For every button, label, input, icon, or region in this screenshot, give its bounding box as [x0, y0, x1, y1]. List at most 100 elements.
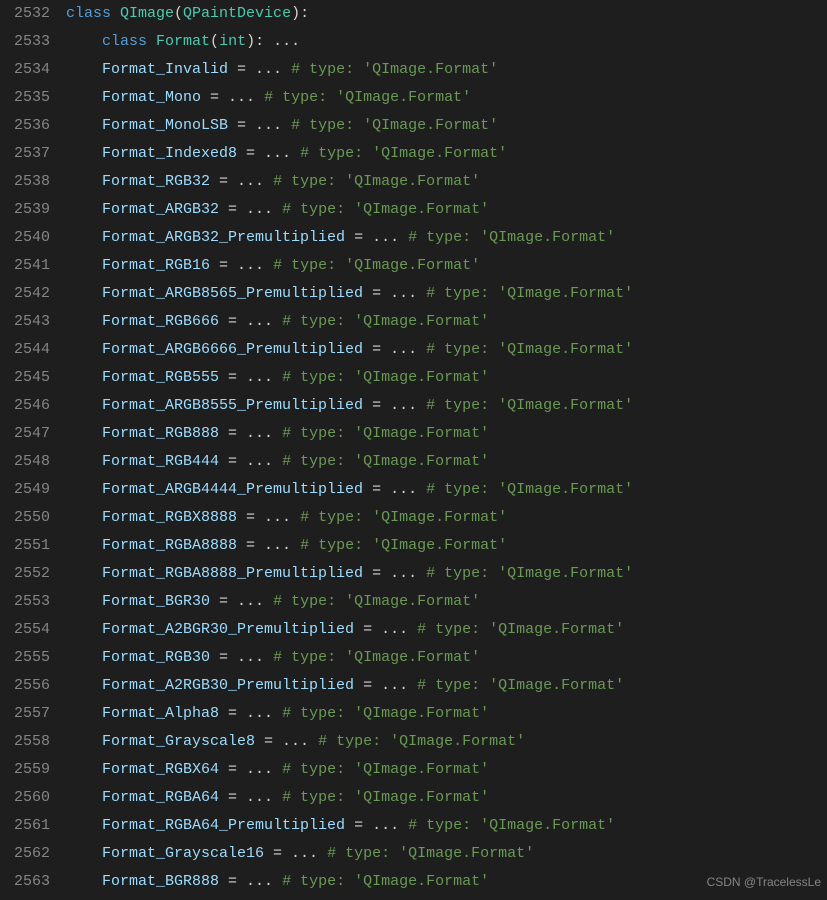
- code-line[interactable]: Format_ARGB8565_Premultiplied = ... # ty…: [66, 280, 827, 308]
- code-token: = ...: [219, 313, 282, 330]
- code-line[interactable]: Format_MonoLSB = ... # type: 'QImage.For…: [66, 112, 827, 140]
- line-number: 2532: [0, 0, 50, 28]
- code-line[interactable]: Format_ARGB32_Premultiplied = ... # type…: [66, 224, 827, 252]
- code-line[interactable]: class QImage(QPaintDevice):: [66, 0, 827, 28]
- code-line[interactable]: Format_RGBA8888 = ... # type: 'QImage.Fo…: [66, 532, 827, 560]
- code-token: = ...: [219, 201, 282, 218]
- line-number: 2556: [0, 672, 50, 700]
- code-line[interactable]: Format_A2RGB30_Premultiplied = ... # typ…: [66, 672, 827, 700]
- code-token: (: [174, 5, 183, 22]
- code-token: # type: 'QImage.Format': [282, 425, 489, 442]
- code-token: # type: 'QImage.Format': [426, 397, 633, 414]
- code-token: # type: 'QImage.Format': [300, 509, 507, 526]
- code-token: = ...: [210, 593, 273, 610]
- code-line[interactable]: Format_RGB666 = ... # type: 'QImage.Form…: [66, 308, 827, 336]
- code-token: = ...: [354, 621, 417, 638]
- line-number: 2541: [0, 252, 50, 280]
- code-token: = ...: [219, 789, 282, 806]
- code-line[interactable]: Format_RGB16 = ... # type: 'QImage.Forma…: [66, 252, 827, 280]
- code-line[interactable]: Format_BGR30 = ... # type: 'QImage.Forma…: [66, 588, 827, 616]
- code-line[interactable]: Format_Alpha8 = ... # type: 'QImage.Form…: [66, 700, 827, 728]
- code-area[interactable]: class QImage(QPaintDevice): class Format…: [66, 0, 827, 896]
- code-token: # type: 'QImage.Format': [282, 873, 489, 890]
- code-token: = ...: [210, 257, 273, 274]
- code-token: Format_Grayscale8: [102, 733, 255, 750]
- code-token: Format_A2RGB30_Premultiplied: [102, 677, 354, 694]
- code-token: # type: 'QImage.Format': [327, 845, 534, 862]
- code-token: # type: 'QImage.Format': [318, 733, 525, 750]
- code-line[interactable]: Format_Grayscale16 = ... # type: 'QImage…: [66, 840, 827, 868]
- code-token: = ...: [264, 845, 327, 862]
- code-token: Format: [156, 33, 210, 50]
- code-token: = ...: [210, 173, 273, 190]
- code-token: # type: 'QImage.Format': [300, 537, 507, 554]
- code-line[interactable]: Format_ARGB4444_Premultiplied = ... # ty…: [66, 476, 827, 504]
- code-line[interactable]: Format_RGB888 = ... # type: 'QImage.Form…: [66, 420, 827, 448]
- line-number: 2562: [0, 840, 50, 868]
- code-token: # type: 'QImage.Format': [408, 817, 615, 834]
- line-number: 2552: [0, 560, 50, 588]
- line-number: 2544: [0, 336, 50, 364]
- code-line[interactable]: Format_Mono = ... # type: 'QImage.Format…: [66, 84, 827, 112]
- code-line[interactable]: Format_RGB32 = ... # type: 'QImage.Forma…: [66, 168, 827, 196]
- code-token: = ...: [363, 565, 426, 582]
- code-token: QImage: [120, 5, 174, 22]
- code-token: = ...: [255, 733, 318, 750]
- line-number: 2559: [0, 756, 50, 784]
- code-token: Format_ARGB8555_Premultiplied: [102, 397, 363, 414]
- code-token: # type: 'QImage.Format': [426, 341, 633, 358]
- code-line[interactable]: Format_RGBA64 = ... # type: 'QImage.Form…: [66, 784, 827, 812]
- line-number-gutter: 2532253325342535253625372538253925402541…: [0, 0, 66, 896]
- line-number: 2558: [0, 728, 50, 756]
- code-token: = ...: [354, 677, 417, 694]
- code-token: Format_RGB32: [102, 173, 210, 190]
- line-number: 2537: [0, 140, 50, 168]
- code-line[interactable]: Format_A2BGR30_Premultiplied = ... # typ…: [66, 616, 827, 644]
- code-token: int: [219, 33, 246, 50]
- watermark: CSDN @TracelessLe: [707, 868, 821, 896]
- code-editor[interactable]: 2532253325342535253625372538253925402541…: [0, 0, 827, 896]
- code-token: # type: 'QImage.Format': [282, 453, 489, 470]
- code-line[interactable]: Format_RGB555 = ... # type: 'QImage.Form…: [66, 364, 827, 392]
- code-token: = ...: [345, 817, 408, 834]
- code-token: = ...: [363, 341, 426, 358]
- code-line[interactable]: Format_RGBX64 = ... # type: 'QImage.Form…: [66, 756, 827, 784]
- line-number: 2542: [0, 280, 50, 308]
- line-number: 2539: [0, 196, 50, 224]
- code-token: Format_Indexed8: [102, 145, 237, 162]
- code-token: = ...: [345, 229, 408, 246]
- code-line[interactable]: Format_RGBA64_Premultiplied = ... # type…: [66, 812, 827, 840]
- line-number: 2549: [0, 476, 50, 504]
- code-token: Format_RGB16: [102, 257, 210, 274]
- code-line[interactable]: Format_RGB444 = ... # type: 'QImage.Form…: [66, 448, 827, 476]
- code-token: class: [102, 33, 156, 50]
- code-token: = ...: [237, 509, 300, 526]
- code-line[interactable]: Format_RGBX8888 = ... # type: 'QImage.Fo…: [66, 504, 827, 532]
- code-line[interactable]: Format_RGB30 = ... # type: 'QImage.Forma…: [66, 644, 827, 672]
- code-token: ): ...: [246, 33, 300, 50]
- code-line[interactable]: class Format(int): ...: [66, 28, 827, 56]
- line-number: 2550: [0, 504, 50, 532]
- code-token: Format_RGBA8888: [102, 537, 237, 554]
- code-line[interactable]: Format_ARGB32 = ... # type: 'QImage.Form…: [66, 196, 827, 224]
- code-token: = ...: [219, 761, 282, 778]
- code-token: # type: 'QImage.Format': [282, 369, 489, 386]
- code-token: # type: 'QImage.Format': [417, 621, 624, 638]
- code-line[interactable]: Format_ARGB6666_Premultiplied = ... # ty…: [66, 336, 827, 364]
- code-token: = ...: [228, 117, 291, 134]
- code-line[interactable]: Format_RGBA8888_Premultiplied = ... # ty…: [66, 560, 827, 588]
- code-token: # type: 'QImage.Format': [417, 677, 624, 694]
- code-token: = ...: [237, 145, 300, 162]
- code-token: # type: 'QImage.Format': [291, 61, 498, 78]
- code-token: = ...: [219, 369, 282, 386]
- code-token: # type: 'QImage.Format': [282, 201, 489, 218]
- code-token: Format_MonoLSB: [102, 117, 228, 134]
- code-token: (: [210, 33, 219, 50]
- code-line[interactable]: Format_Invalid = ... # type: 'QImage.For…: [66, 56, 827, 84]
- code-token: Format_RGB444: [102, 453, 219, 470]
- code-token: # type: 'QImage.Format': [426, 481, 633, 498]
- code-line[interactable]: Format_Grayscale8 = ... # type: 'QImage.…: [66, 728, 827, 756]
- code-line[interactable]: Format_ARGB8555_Premultiplied = ... # ty…: [66, 392, 827, 420]
- code-line[interactable]: Format_Indexed8 = ... # type: 'QImage.Fo…: [66, 140, 827, 168]
- code-token: = ...: [363, 397, 426, 414]
